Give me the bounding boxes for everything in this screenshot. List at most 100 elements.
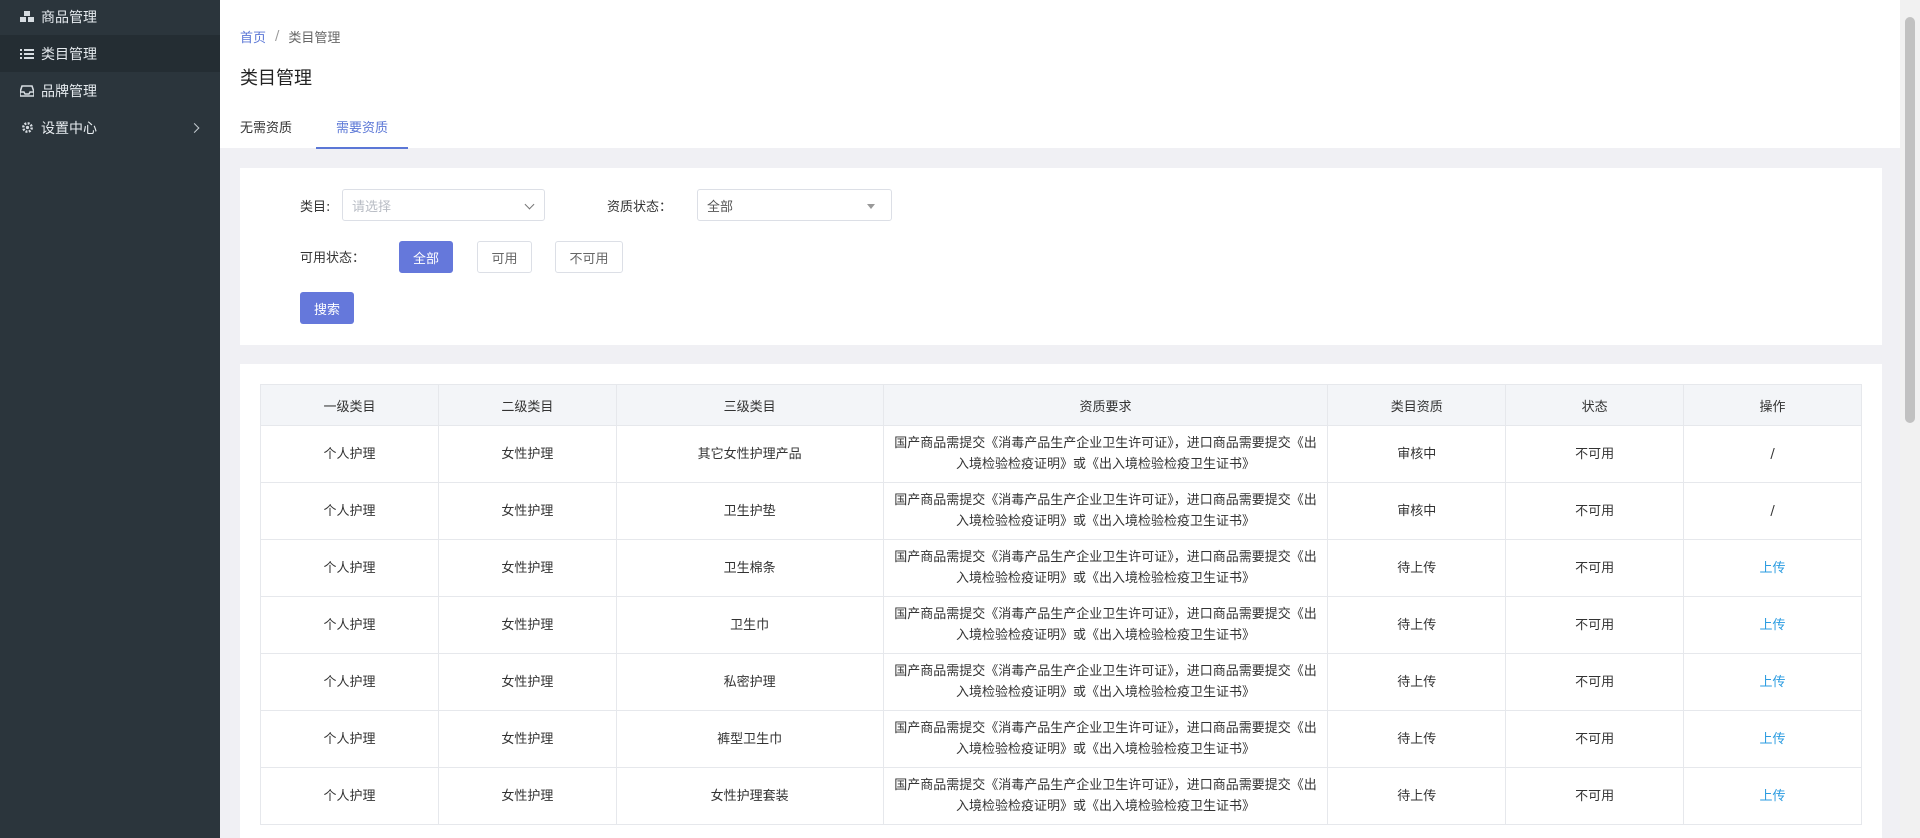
caret-down-icon [867,204,875,209]
cell-level3: 私密护理 [615,653,884,711]
cell-qualification: 待上传 [1327,710,1507,768]
cell-requirement: 国产商品需提交《消毒产品生产企业卫生许可证》，进口商品需要提交《出入境检验检疫证… [882,653,1329,711]
cell-requirement: 国产商品需提交《消毒产品生产企业卫生许可证》，进口商品需要提交《出入境检验检疫证… [882,425,1329,483]
table-row: 个人护理 女性护理 卫生棉条 国产商品需提交《消毒产品生产企业卫生许可证》，进口… [260,539,1862,597]
breadcrumb: 首页 / 类目管理 [240,27,340,46]
table-row: 个人护理 女性护理 卫生巾 国产商品需提交《消毒产品生产企业卫生许可证》，进口商… [260,596,1862,654]
avail-yes-button[interactable]: 可用 [477,241,532,273]
col-header-status: 状态 [1505,384,1685,426]
table-header-row: 一级类目 二级类目 三级类目 资质要求 类目资质 状态 操作 [260,384,1862,426]
cell-action: 上传 [1683,539,1862,597]
cell-requirement: 国产商品需提交《消毒产品生产企业卫生许可证》，进口商品需要提交《出入境检验检疫证… [882,767,1329,825]
cell-requirement: 国产商品需提交《消毒产品生产企业卫生许可证》，进口商品需要提交《出入境检验检疫证… [882,539,1329,597]
cell-level3: 卫生棉条 [615,539,884,597]
table-row: 个人护理 女性护理 私密护理 国产商品需提交《消毒产品生产企业卫生许可证》，进口… [260,653,1862,711]
page-title: 类目管理 [240,68,312,89]
sidebar-item-settings[interactable]: 设置中心 [0,109,220,146]
cell-status: 不可用 [1505,653,1685,711]
qual-status-select[interactable]: 全部 [697,189,892,221]
cell-level2: 女性护理 [437,425,617,483]
category-placeholder: 请选择 [352,199,392,215]
breadcrumb-home[interactable]: 首页 [240,27,266,46]
sidebar-item-label: 设置中心 [41,120,97,137]
cell-qualification: 待上传 [1327,596,1507,654]
qual-status-label: 资质状态： [607,200,673,215]
cell-level1: 个人护理 [260,596,439,654]
cell-action: / [1683,425,1862,483]
col-header-requirement: 资质要求 [882,384,1329,426]
chevron-right-icon [189,122,200,133]
cell-action: 上传 [1683,596,1862,654]
sidebar-item-label: 商品管理 [41,10,97,26]
breadcrumb-current: 类目管理 [288,31,341,46]
cell-level3: 其它女性护理产品 [615,425,884,483]
cell-status: 不可用 [1505,482,1685,540]
table-row: 个人护理 女性护理 裤型卫生巾 国产商品需提交《消毒产品生产企业卫生许可证》，进… [260,710,1862,768]
col-header-level2: 二级类目 [437,384,617,426]
cell-level2: 女性护理 [437,767,617,825]
col-header-level1: 一级类目 [260,384,439,426]
col-header-qualification: 类目资质 [1327,384,1507,426]
cell-level1: 个人护理 [260,539,439,597]
cell-level1: 个人护理 [260,653,439,711]
cell-status: 不可用 [1505,425,1685,483]
cell-action: 上传 [1683,767,1862,825]
table-row: 个人护理 女性护理 其它女性护理产品 国产商品需提交《消毒产品生产企业卫生许可证… [260,425,1862,483]
cell-status: 不可用 [1505,767,1685,825]
table-row: 个人护理 女性护理 女性护理套装 国产商品需提交《消毒产品生产企业卫生许可证》，… [260,767,1862,825]
table-row: 个人护理 女性护理 卫生护垫 国产商品需提交《消毒产品生产企业卫生许可证》，进口… [260,482,1862,540]
cell-action: / [1683,482,1862,540]
search-button[interactable]: 搜索 [300,292,354,324]
avail-all-button[interactable]: 全部 [399,241,453,273]
tab-need-qualification[interactable]: 需要资质 [316,117,409,149]
upload-link[interactable]: 上传 [1760,675,1786,690]
upload-link[interactable]: 上传 [1760,732,1786,747]
upload-link[interactable]: 上传 [1760,561,1786,576]
cell-level1: 个人护理 [260,425,439,483]
col-header-action: 操作 [1683,384,1862,426]
sidebar-item-goods[interactable]: 商品管理 [0,0,220,35]
table-panel: 一级类目 二级类目 三级类目 资质要求 类目资质 状态 操作 个人护理 女性护理… [240,364,1882,838]
sidebar-item-category[interactable]: 类目管理 [0,35,220,72]
chevron-down-icon [524,199,535,210]
main-content: 首页 / 类目管理 类目管理 无需资质 需要资质 类目: 请选择 资质状态： 全… [220,0,1900,838]
cell-requirement: 国产商品需提交《消毒产品生产企业卫生许可证》，进口商品需要提交《出入境检验检疫证… [882,596,1329,654]
scrollbar-thumb[interactable] [1905,17,1915,423]
cell-action: 上传 [1683,710,1862,768]
sidebar-item-brand[interactable]: 品牌管理 [0,72,220,109]
cell-level2: 女性护理 [437,596,617,654]
cell-level3: 女性护理套装 [615,767,884,825]
upload-link[interactable]: 上传 [1760,618,1786,633]
avail-no-button[interactable]: 不可用 [555,241,623,273]
list-icon [20,47,34,61]
cell-level1: 个人护理 [260,767,439,825]
tab-bar: 无需资质 需要资质 [240,117,432,149]
inbox-icon [20,84,34,98]
col-header-level3: 三级类目 [615,384,884,426]
cell-requirement: 国产商品需提交《消毒产品生产企业卫生许可证》，进口商品需要提交《出入境检验检疫证… [882,482,1329,540]
cell-level2: 女性护理 [437,539,617,597]
cell-level3: 裤型卫生巾 [615,710,884,768]
cell-requirement: 国产商品需提交《消毒产品生产企业卫生许可证》，进口商品需要提交《出入境检验检疫证… [882,710,1329,768]
cell-level3: 卫生护垫 [615,482,884,540]
tab-no-qualification[interactable]: 无需资质 [240,117,292,148]
cell-level2: 女性护理 [437,482,617,540]
cell-qualification: 待上传 [1327,653,1507,711]
cell-level1: 个人护理 [260,710,439,768]
cell-qualification: 审核中 [1327,482,1507,540]
cell-level2: 女性护理 [437,653,617,711]
qual-status-value: 全部 [707,199,734,215]
category-table: 一级类目 二级类目 三级类目 资质要求 类目资质 状态 操作 个人护理 女性护理… [260,384,1862,825]
upload-link[interactable]: 上传 [1760,789,1786,804]
breadcrumb-separator: / [275,29,280,44]
cell-status: 不可用 [1505,539,1685,597]
page-scrollbar[interactable] [1900,0,1920,838]
avail-status-label: 可用状态： [300,251,366,266]
filter-panel: 类目: 请选择 资质状态： 全部 可用状态： 全部 可用 不可用 搜索 [240,168,1882,345]
cell-qualification: 审核中 [1327,425,1507,483]
cell-level1: 个人护理 [260,482,439,540]
cell-qualification: 待上传 [1327,767,1507,825]
category-select[interactable]: 请选择 [342,189,545,221]
cell-qualification: 待上传 [1327,539,1507,597]
cell-status: 不可用 [1505,596,1685,654]
